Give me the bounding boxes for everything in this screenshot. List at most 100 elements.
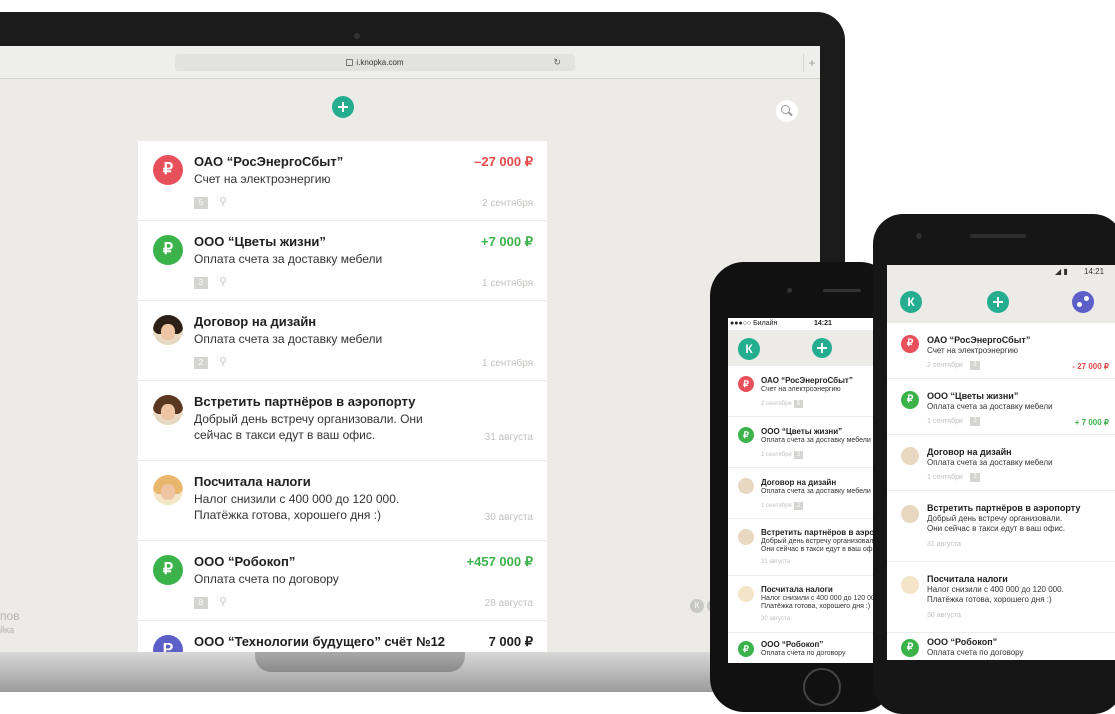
- item-date: 30 августа: [761, 616, 791, 622]
- item-date: 1 сентября: [761, 503, 792, 509]
- list-item[interactable]: Встретить партнёров в аэропорту Добрый д…: [728, 519, 888, 576]
- k-logo-icon[interactable]: К: [900, 291, 922, 313]
- paperclip-icon: ⚲: [219, 596, 228, 608]
- feed-item[interactable]: Договор на дизайн Оплата счета за достав…: [138, 301, 547, 381]
- paperclip-icon: ⚲: [219, 196, 228, 208]
- avatar-photo: [153, 315, 183, 345]
- list-item[interactable]: Посчитала налоги Налог снизили с 400 000…: [887, 562, 1115, 633]
- comment-count-badge: 5: [194, 197, 208, 209]
- item-title: Договор на дизайн: [927, 447, 1012, 457]
- ruble-icon: ₽: [153, 555, 183, 585]
- list-item[interactable]: ₽ ОАО “РосЭнергоСбыт” Счет на электроэне…: [887, 323, 1115, 379]
- app-header: К: [728, 330, 888, 366]
- item-title: ООО “Робокоп”: [194, 554, 296, 569]
- comment-count-badge: 5: [794, 400, 803, 408]
- feed-item[interactable]: Р ООО “Технологии будущего” счёт №12 7 0…: [138, 621, 547, 654]
- list-item[interactable]: Посчитала налоги Налог снизили с 400 000…: [728, 576, 888, 633]
- paperclip-icon: ⚲: [219, 356, 228, 368]
- k-logo-icon[interactable]: К: [738, 338, 760, 360]
- laptop-notch: [255, 652, 465, 672]
- item-title: Посчитала налоги: [927, 574, 1008, 584]
- item-date: 2 сентября: [481, 198, 533, 209]
- iphone-camera: [787, 288, 792, 293]
- list-item[interactable]: ₽ ООО “Робокоп” Оплата счета по договору: [728, 633, 888, 663]
- list-item[interactable]: Договор на дизайн Оплата счета за достав…: [887, 435, 1115, 491]
- item-description: Налог снизили с 400 000 до 120 000.: [761, 595, 881, 602]
- filter-icon[interactable]: [1072, 291, 1094, 313]
- list-item[interactable]: ₽ ООО “Цветы жизни” Оплата счета за дост…: [887, 379, 1115, 435]
- item-title: ОАО “РосЭнергоСбыт”: [194, 154, 344, 169]
- item-date: 31 августа: [927, 541, 961, 548]
- status-time: 14:21: [814, 320, 832, 327]
- item-title: Договор на дизайн: [194, 314, 317, 329]
- iphone-home-button[interactable]: [803, 668, 841, 706]
- app-header: К: [887, 279, 1115, 323]
- status-bar: ◢ ▮ 14:21: [887, 265, 1115, 279]
- item-amount: - 27 000 ₽: [1072, 362, 1109, 371]
- item-title: Посчитала налоги: [194, 474, 311, 489]
- feed-item[interactable]: ₽ ООО “Цветы жизни” Оплата счета за дост…: [138, 221, 547, 301]
- item-date: 31 августа: [761, 559, 791, 565]
- ruble-icon: ₽: [738, 641, 754, 657]
- comment-count-badge: 2: [970, 473, 980, 482]
- avatar-photo: [901, 447, 919, 465]
- item-description: Платёжка готова, хорошего дня :): [927, 595, 1052, 604]
- list-item[interactable]: Договор на дизайн Оплата счета за достав…: [728, 468, 888, 519]
- item-description: Налог снизили с 400 000 до 120 000.: [194, 492, 400, 506]
- feed-item[interactable]: Посчитала налоги Налог снизили с 400 000…: [138, 461, 547, 541]
- item-description: Они сейчас в такси едут в ваш офис.: [761, 546, 882, 553]
- search-icon[interactable]: [776, 100, 798, 122]
- comment-count-badge: 5: [970, 361, 980, 370]
- item-description: Платёжка готова, хорошего дня :): [761, 603, 871, 610]
- feed-item[interactable]: ₽ ООО “Робокоп” Оплата счета по договору…: [138, 541, 547, 621]
- list-item[interactable]: Встретить партнёров в аэропорту Добрый д…: [887, 491, 1115, 562]
- new-tab-button[interactable]: +: [803, 54, 820, 72]
- item-date: 2 сентября: [927, 362, 963, 369]
- item-title: ООО “Робокоп”: [927, 637, 998, 647]
- list-item[interactable]: ₽ ООО “Робокоп” Оплата счета по договору: [887, 633, 1115, 660]
- feed-item[interactable]: Встретить партнёров в аэропорту Добрый д…: [138, 381, 547, 461]
- item-description: Добрый день встречу организовали. Они: [194, 412, 423, 426]
- laptop-camera: [354, 33, 360, 39]
- item-date: 28 августа: [484, 598, 533, 609]
- item-description: Добрый день встречу организовали.: [927, 514, 1063, 523]
- reload-icon[interactable]: ↻: [553, 54, 561, 71]
- item-description: Оплата счета по договору: [194, 572, 339, 586]
- item-date: 31 августа: [484, 432, 533, 443]
- add-plus-icon[interactable]: [812, 338, 832, 358]
- pagination-dot[interactable]: К: [690, 599, 704, 613]
- item-description: Оплата счета за доставку мебели: [927, 458, 1053, 467]
- address-bar[interactable]: i.knopka.com ↻: [175, 54, 575, 71]
- list-item[interactable]: ₽ ООО “Цветы жизни” Оплата счета за дост…: [728, 417, 888, 468]
- item-title: ОАО “РосЭнергоСбыт”: [927, 335, 1031, 345]
- item-date: 1 сентября: [481, 278, 533, 289]
- item-title: Встретить партнёров в аэропорту: [194, 394, 416, 409]
- item-date: 2 сентября: [761, 401, 792, 407]
- item-amount: + 7 000 ₽: [1074, 418, 1109, 427]
- add-plus-icon[interactable]: [332, 96, 354, 118]
- feed-item[interactable]: ₽ ОАО “РосЭнергоСбыт” Счет на электроэне…: [138, 141, 547, 221]
- item-description: Счет на электроэнергию: [761, 386, 841, 393]
- avatar-photo: [901, 505, 919, 523]
- avatar-photo: [901, 576, 919, 594]
- lock-icon: [346, 59, 354, 67]
- item-date: 30 августа: [484, 512, 533, 523]
- carrier-label: ●●●○○ Билайн: [730, 320, 778, 327]
- android-screen: ◢ ▮ 14:21 К ₽ ОАО “РосЭнергоСбыт” Счет н…: [887, 265, 1115, 660]
- item-description: Оплата счета за доставку мебели: [194, 332, 383, 346]
- item-amount: +457 000 ₽: [466, 554, 533, 569]
- status-bar: ●●●○○ Билайн 14:21: [728, 318, 888, 330]
- item-description: Оплата счета по договору: [927, 648, 1024, 657]
- item-amount: +7 000 ₽: [480, 234, 533, 249]
- item-title: ООО “Робокоп”: [761, 640, 824, 649]
- item-date: 30 августа: [927, 612, 961, 619]
- item-title: ООО “Цветы жизни”: [761, 427, 843, 436]
- ruble-icon: ₽: [153, 155, 183, 185]
- add-plus-icon[interactable]: [987, 291, 1009, 313]
- comment-count-badge: 3: [194, 277, 208, 289]
- list-item[interactable]: ₽ ОАО “РосЭнергоСбыт” Счет на электроэне…: [728, 366, 888, 417]
- avatar-photo: [738, 586, 754, 602]
- item-description: Добрый день встречу организовали.: [761, 538, 880, 545]
- item-date: 1 сентября: [481, 358, 533, 369]
- android-camera: [916, 233, 922, 239]
